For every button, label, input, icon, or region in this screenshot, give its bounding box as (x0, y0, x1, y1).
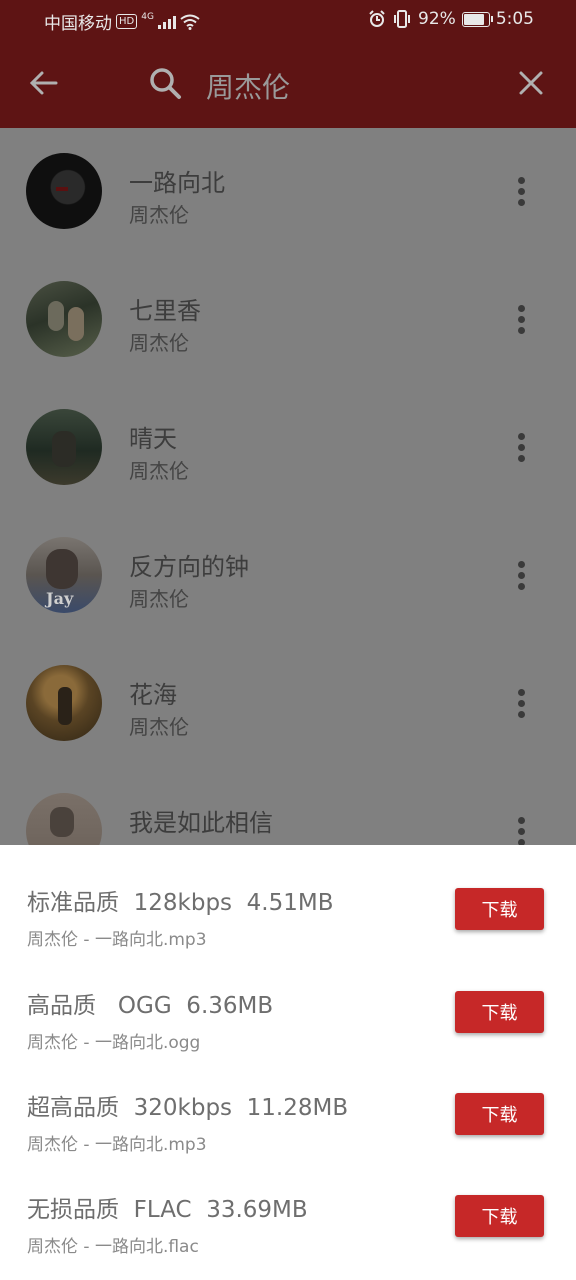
alarm-icon (369, 10, 385, 27)
carrier-label: 中国移动 (44, 14, 112, 34)
quality-title: 高品质 OGG 6.36MB (27, 993, 274, 1019)
quality-option-super: 超高品质 320kbps 11.28MB 周杰伦 - 一路向北.mp3 下载 (0, 1050, 576, 1155)
song-title: 一路向北 (129, 169, 225, 197)
song-row[interactable]: 晴天 周杰伦 (0, 384, 576, 512)
song-artist: 周杰伦 (129, 203, 189, 227)
network-type: 4G (141, 11, 154, 22)
quality-title: 无损品质 FLAC 33.69MB (27, 1197, 308, 1223)
song-title: 七里香 (129, 297, 201, 325)
more-vert-icon[interactable] (510, 558, 532, 592)
battery-icon (461, 11, 493, 27)
song-title: 反方向的钟 (129, 553, 249, 581)
song-row[interactable]: 花海 周杰伦 (0, 640, 576, 768)
song-title: 花海 (129, 681, 177, 709)
song-artist: 周杰伦 (129, 587, 189, 611)
close-icon[interactable] (514, 66, 548, 100)
song-artist: 周杰伦 (129, 331, 189, 355)
quality-title: 超高品质 320kbps 11.28MB (27, 1095, 349, 1121)
song-row[interactable]: 一路向北 周杰伦 (0, 128, 576, 256)
hd-badge: HD (116, 14, 138, 29)
song-row[interactable]: 七里香 周杰伦 (0, 256, 576, 384)
download-button[interactable]: 下载 (455, 1195, 544, 1237)
song-list: 一路向北 周杰伦 七里香 周杰伦 晴天 周杰伦 Jay 反方向的钟 周杰伦 花海 (0, 128, 576, 896)
song-row[interactable]: Jay 反方向的钟 周杰伦 (0, 512, 576, 640)
quality-title: 标准品质 128kbps 4.51MB (27, 890, 334, 916)
wifi-icon (180, 14, 200, 30)
status-right: 92% 5:05 (368, 9, 534, 29)
more-vert-icon[interactable] (510, 302, 532, 336)
album-cover (26, 665, 102, 741)
search-toolbar: 周杰伦 (0, 40, 576, 128)
search-input[interactable]: 周杰伦 (206, 66, 290, 106)
download-quality-sheet: 标准品质 128kbps 4.51MB 周杰伦 - 一路向北.mp3 下载 高品… (0, 845, 576, 1280)
album-cover (26, 281, 102, 357)
album-cover (26, 153, 102, 229)
download-button[interactable]: 下载 (455, 1093, 544, 1135)
more-vert-icon[interactable] (510, 686, 532, 720)
vibrate-icon (394, 10, 411, 28)
quality-filename: 周杰伦 - 一路向北.mp3 (27, 930, 207, 950)
search-icon (150, 68, 181, 99)
album-cover (26, 409, 102, 485)
more-vert-icon[interactable] (510, 174, 532, 208)
battery-percent: 92% (418, 9, 456, 29)
song-title: 我是如此相信 (129, 809, 273, 837)
quality-filename: 周杰伦 - 一路向北.flac (27, 1237, 199, 1257)
back-arrow-icon[interactable] (26, 65, 62, 101)
song-title: 晴天 (129, 425, 177, 453)
quality-option-lossless: 无损品质 FLAC 33.69MB 周杰伦 - 一路向北.flac 下载 (0, 1152, 576, 1257)
clock-time: 5:05 (495, 9, 534, 29)
more-vert-icon[interactable] (510, 430, 532, 464)
album-cover: Jay (26, 537, 102, 613)
download-button[interactable]: 下载 (455, 888, 544, 930)
song-artist: 周杰伦 (129, 715, 189, 739)
status-bar: 中国移动 HD 4G 92% 5:05 (0, 0, 576, 40)
quality-option-standard: 标准品质 128kbps 4.51MB 周杰伦 - 一路向北.mp3 下载 (0, 845, 576, 950)
quality-option-high: 高品质 OGG 6.36MB 周杰伦 - 一路向北.ogg 下载 (0, 948, 576, 1053)
song-artist: 周杰伦 (129, 459, 189, 483)
more-vert-icon[interactable] (510, 814, 532, 848)
cover-caption: Jay (46, 589, 74, 608)
signal-icon (157, 15, 176, 29)
download-button[interactable]: 下载 (455, 991, 544, 1033)
status-left: 中国移动 HD 4G (44, 9, 200, 34)
